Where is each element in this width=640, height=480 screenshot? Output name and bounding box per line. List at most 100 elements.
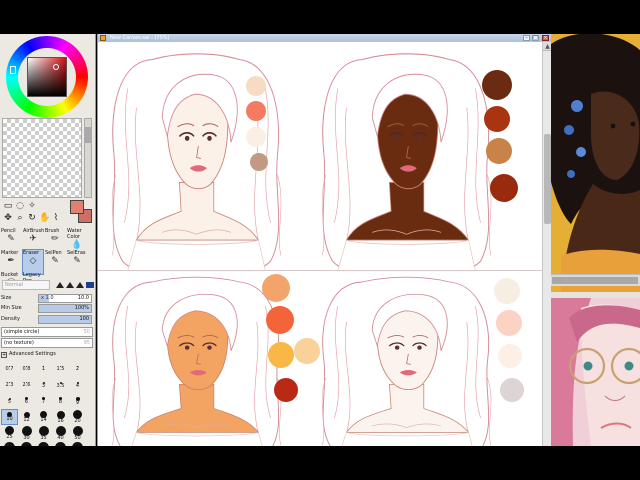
color-swatch[interactable] (486, 138, 512, 164)
brush-tool-selpen[interactable]: SelPen ✎ (45, 250, 65, 274)
brush-size-70[interactable]: 70 (19, 442, 34, 446)
portrait-pale (321, 276, 492, 446)
brush-size-40[interactable]: 40 (53, 426, 68, 441)
brush-size-3.5[interactable]: 3.5 (53, 378, 68, 392)
brush-texture-dropdown[interactable]: (no texture) 95 (1, 338, 93, 348)
blend-mode-select[interactable]: Normal (2, 280, 50, 290)
brush-size-0.7[interactable]: 0.7 (2, 362, 17, 376)
tip-shape-soft-icon[interactable] (76, 282, 84, 288)
color-swatch[interactable] (246, 76, 266, 96)
minimize-button[interactable]: – (523, 35, 530, 41)
size-slider[interactable]: x 1.0 10.0 (38, 294, 92, 303)
tip-shape-hard-icon[interactable] (56, 282, 64, 288)
brush-tool-seleras[interactable]: SelEras ✎ (67, 250, 87, 274)
brush-tool-eraser[interactable]: Eraser ◇ (22, 249, 44, 275)
brush-size-grid: 0.7 0.8 1 1.5 2 2.3 2.6 3 3.5 4 5 6 7 8 9 10 12 14 16 20 25 3… (1, 362, 90, 446)
brush-size-2[interactable]: 2 (70, 362, 85, 376)
brush-size-80[interactable]: 80 (36, 442, 51, 446)
brush-size-12[interactable]: 12 (19, 410, 34, 424)
magic-wand-icon[interactable]: ✧ (27, 201, 37, 211)
brush-tool-pencil[interactable]: Pencil ✎ (1, 228, 21, 252)
brush-size-16[interactable]: 16 (53, 410, 68, 424)
move-icon[interactable]: ✥ (3, 213, 13, 223)
brush-tool-marker[interactable]: Marker ✒ (1, 250, 21, 274)
brush-size-label: 6 (24, 399, 29, 405)
color-swatch[interactable] (494, 278, 520, 304)
color-swatch[interactable] (482, 70, 512, 100)
brush-size-9[interactable]: 9 (70, 394, 85, 408)
brush-size-2.3[interactable]: 2.3 (2, 378, 17, 392)
lasso-icon[interactable]: ◌ (15, 201, 25, 211)
eyedropper-icon[interactable]: ⌇ (51, 213, 61, 223)
maximize-button[interactable]: □ (532, 35, 539, 41)
foreground-color[interactable] (70, 200, 84, 214)
color-swatch[interactable] (266, 306, 294, 334)
rotate-icon[interactable]: ↻ (27, 213, 37, 223)
brush-size-0.8[interactable]: 0.8 (19, 362, 34, 376)
brush-size-50[interactable]: 50 (70, 426, 85, 441)
brush-size-20[interactable]: 20 (70, 410, 85, 424)
advanced-settings-toggle[interactable]: + Advanced Settings (1, 350, 93, 360)
color-swatch[interactable] (246, 127, 266, 147)
brush-tool-icon: ✎ (73, 256, 81, 266)
hand-icon[interactable]: ✋ (39, 213, 50, 223)
brush-size-100[interactable]: 100 (53, 442, 68, 446)
tip-shape-square-icon[interactable] (86, 282, 94, 288)
zoom-icon[interactable]: ⌕ (15, 213, 25, 223)
brush-tool-icon: ✈ (29, 234, 37, 244)
color-swatch[interactable] (262, 274, 290, 302)
brush-shape-dropdown[interactable]: (simple circle) 50 (1, 327, 93, 337)
brush-size-2.6[interactable]: 2.6 (19, 378, 34, 392)
scroll-thumb[interactable] (544, 134, 551, 224)
color-swatch[interactable] (500, 378, 524, 402)
brush-size-label: 0.7 (5, 366, 14, 372)
brush-size-dot (72, 442, 83, 446)
canvas-title-bar[interactable]: New Canvas.sai - (75%) – □ × (98, 34, 552, 42)
drawing-canvas[interactable] (98, 42, 542, 446)
hue-cursor[interactable] (10, 66, 16, 74)
color-wheel[interactable] (6, 36, 88, 118)
rect-select-icon[interactable]: ▭ (3, 201, 13, 211)
brush-size-25[interactable]: 25 (2, 426, 17, 440)
brush-tool-icon: ✎ (51, 256, 59, 266)
brush-size-120[interactable]: 120 (70, 442, 85, 446)
brush-size-1.5[interactable]: 1.5 (53, 362, 68, 376)
color-swatch[interactable] (274, 378, 298, 402)
brush-size-30[interactable]: 30 (19, 426, 34, 441)
color-swatch[interactable] (246, 101, 266, 121)
swatch-scroll-thumb[interactable] (85, 127, 91, 143)
reference-scrollbar[interactable] (551, 274, 640, 286)
brush-size-1[interactable]: 1 (36, 362, 51, 376)
brush-tool-airbrush[interactable]: AirBrush ✈ (23, 228, 44, 252)
color-swatch[interactable] (496, 310, 522, 336)
tip-shape-medium-icon[interactable] (66, 282, 74, 288)
brush-size-60[interactable]: 60 (2, 442, 17, 446)
color-swatch[interactable] (484, 106, 510, 132)
color-swatch[interactable] (498, 344, 522, 368)
swatch-scrollbar[interactable] (84, 118, 92, 198)
brush-tool-water-color[interactable]: Water Color 💧 (67, 228, 87, 252)
density-slider[interactable]: 100 (38, 315, 92, 324)
swatch-grid[interactable] (2, 118, 82, 198)
saturation-value-square[interactable] (27, 57, 67, 97)
sv-cursor[interactable] (53, 64, 59, 70)
color-swatch[interactable] (268, 342, 294, 368)
brush-size-5[interactable]: 5 (2, 394, 17, 408)
brush-size-8[interactable]: 8 (53, 394, 68, 408)
brush-size-10[interactable]: 10 (1, 409, 18, 425)
reference-scroll-thumb[interactable] (552, 277, 638, 284)
brush-size-4[interactable]: 4 (70, 378, 85, 392)
brush-size-35[interactable]: 35 (36, 426, 51, 441)
color-swatch[interactable] (294, 338, 320, 364)
density-label: Density (1, 316, 21, 322)
brush-size-3[interactable]: 3 (36, 378, 51, 392)
brush-size-14[interactable]: 14 (36, 410, 51, 424)
brush-size-7[interactable]: 7 (36, 394, 51, 408)
color-swatch[interactable] (250, 153, 268, 171)
brush-size-6[interactable]: 6 (19, 394, 34, 408)
min-size-slider[interactable]: 100% (38, 304, 92, 313)
color-swatch[interactable] (490, 174, 518, 202)
brush-size-label: 8 (58, 399, 63, 405)
brush-tool-brush[interactable]: Brush ✏ (45, 228, 65, 252)
close-button[interactable]: × (542, 35, 549, 41)
